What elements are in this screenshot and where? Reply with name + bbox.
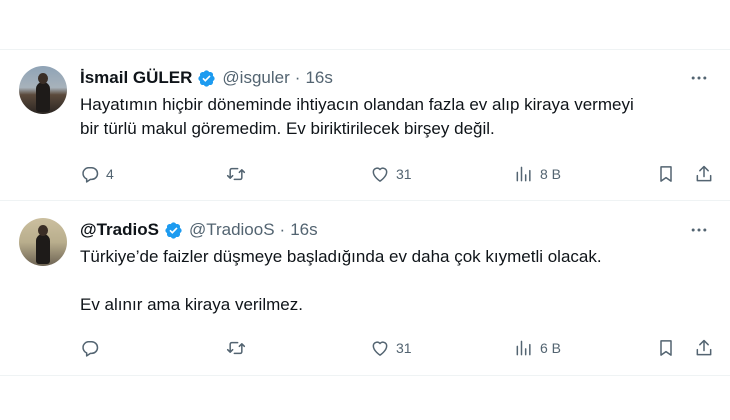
retweet-button[interactable]: [226, 162, 252, 186]
tweet-text-line: Hayatımın hiçbir döneminde ihtiyacın ola…: [80, 95, 634, 114]
divider: [0, 375, 730, 376]
author-handle[interactable]: @TradiooS: [189, 220, 275, 240]
tweet-text-line: Türkiye’de faizler düşmeye başladığında …: [80, 247, 602, 266]
tweet-text: Hayatımın hiçbir döneminde ihtiyacın ola…: [80, 93, 710, 141]
heart-icon: [372, 341, 388, 356]
verified-badge-icon: [165, 221, 182, 239]
tweet-text-line: bir türlü makul göremedim. Ev biriktiril…: [80, 119, 495, 138]
reply-count: 4: [106, 166, 114, 182]
tweet-header: İsmail GÜLER @isguler · 16s: [80, 68, 333, 88]
reply-icon: [82, 341, 99, 357]
retweet-button[interactable]: [226, 336, 252, 360]
reply-button[interactable]: 4: [80, 162, 114, 186]
timestamp[interactable]: 16s: [305, 68, 332, 88]
bookmark-button[interactable]: [656, 336, 676, 360]
views-button[interactable]: 6 B: [514, 336, 561, 360]
avatar[interactable]: [19, 218, 67, 266]
reply-icon: [82, 167, 99, 183]
author-name[interactable]: İsmail GÜLER: [80, 68, 192, 88]
tweet-actions: 31 6 B: [80, 336, 720, 360]
separator: ·: [294, 68, 301, 87]
share-button[interactable]: [694, 336, 714, 360]
bookmark-icon: [660, 166, 672, 182]
share-button[interactable]: [694, 162, 714, 186]
retweet-icon: [226, 341, 246, 355]
timestamp[interactable]: 16s: [290, 220, 317, 240]
verified-badge-icon: [198, 69, 216, 87]
more-icon[interactable]: [688, 219, 710, 241]
author-handle[interactable]: @isguler: [222, 68, 289, 88]
tweet[interactable]: İsmail GÜLER @isguler · 16s Hayatımın hi…: [0, 50, 730, 200]
bookmark-icon: [660, 340, 672, 356]
avatar[interactable]: [19, 66, 67, 114]
like-count: 31: [396, 166, 412, 182]
views-button[interactable]: 8 B: [514, 162, 561, 186]
view-count: 8 B: [540, 166, 562, 182]
retweet-icon: [226, 167, 246, 181]
like-count: 31: [396, 340, 412, 356]
views-icon: [516, 166, 531, 182]
view-count: 6 B: [540, 340, 562, 356]
tweet[interactable]: @TradioS @TradiooS · 16s Türkiye’de faiz…: [0, 200, 730, 375]
like-button[interactable]: 31: [370, 162, 412, 186]
more-icon[interactable]: [688, 67, 710, 89]
like-button[interactable]: 31: [370, 336, 412, 360]
tweet-text-line: Ev alınır ama kiraya verilmez.: [80, 295, 303, 314]
tweet-header: @TradioS @TradiooS · 16s: [80, 220, 318, 240]
heart-icon: [372, 167, 388, 182]
share-icon: [696, 165, 712, 182]
bookmark-button[interactable]: [656, 162, 676, 186]
author-name[interactable]: @TradioS: [80, 220, 159, 240]
tweet-feed: İsmail GÜLER @isguler · 16s Hayatımın hi…: [0, 0, 730, 420]
views-icon: [516, 340, 531, 356]
tweet-text: Türkiye’de faizler düşmeye başladığında …: [80, 245, 710, 317]
share-icon: [696, 339, 712, 356]
separator: ·: [279, 220, 286, 239]
reply-button[interactable]: [80, 336, 106, 360]
tweet-actions: 4 31 8 B: [80, 162, 720, 186]
